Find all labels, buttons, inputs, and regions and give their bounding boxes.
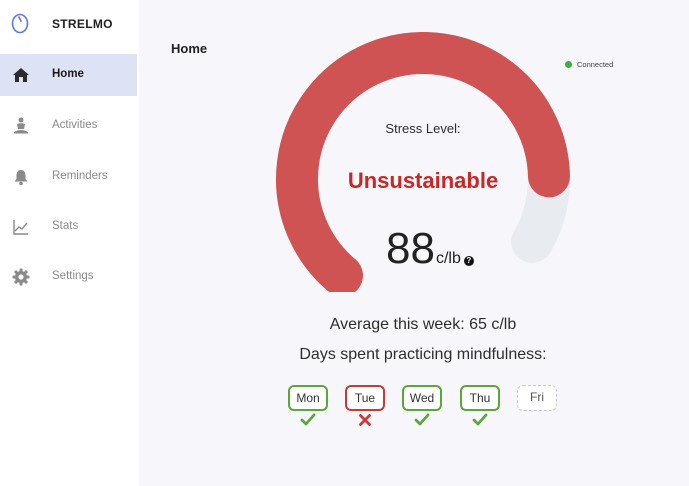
page-title: Home [171,41,208,56]
sidebar-item-label: Home [52,68,84,80]
stress-state: Unsustainable [347,168,499,193]
stress-reading: 88 c/lb ? [386,224,474,274]
status-label: Connected [577,60,614,69]
check-icon [288,413,328,429]
mouse-icon [10,12,30,34]
check-icon [460,413,500,429]
cross-icon [345,413,385,429]
chart-line-icon [11,217,31,237]
sidebar: STRELMO Home Activities Reminders Stats … [0,0,139,486]
check-icon [402,413,442,429]
day-mon[interactable]: Mon [288,385,328,411]
sidebar-item-home[interactable]: Home [0,54,137,96]
home-icon [11,65,31,85]
stress-level-label: Stress Level: [385,121,461,136]
meditation-icon [11,116,31,136]
sidebar-item-stats[interactable]: Stats [0,206,137,248]
bell-icon [11,167,31,187]
question-circle-icon[interactable]: ? [463,256,474,266]
mindfulness-heading: Days spent practicing mindfulness: [299,346,547,363]
sidebar-item-label: Reminders [52,170,108,182]
day-wed[interactable]: Wed [402,385,442,411]
sidebar-item-settings[interactable]: Settings [0,256,137,298]
weekly-average: Average this week: 65 c/lb [329,316,517,333]
brand: STRELMO [0,0,139,50]
day-fri[interactable]: Fri [517,385,557,411]
app-name: STRELMO [52,17,113,31]
gear-icon [11,267,31,287]
sidebar-item-label: Activities [52,119,98,131]
day-tue[interactable]: Tue [345,385,385,411]
sidebar-item-label: Stats [52,220,79,232]
day-thu[interactable]: Thu [460,385,500,411]
sidebar-item-label: Settings [52,270,94,282]
stress-unit: c/lb [435,250,461,267]
app-root: STRELMO Home Activities Reminders Stats … [0,0,689,486]
stress-value: 88 [386,224,435,273]
sidebar-item-activities[interactable]: Activities [0,105,137,147]
sidebar-item-reminders[interactable]: Reminders [0,156,137,198]
